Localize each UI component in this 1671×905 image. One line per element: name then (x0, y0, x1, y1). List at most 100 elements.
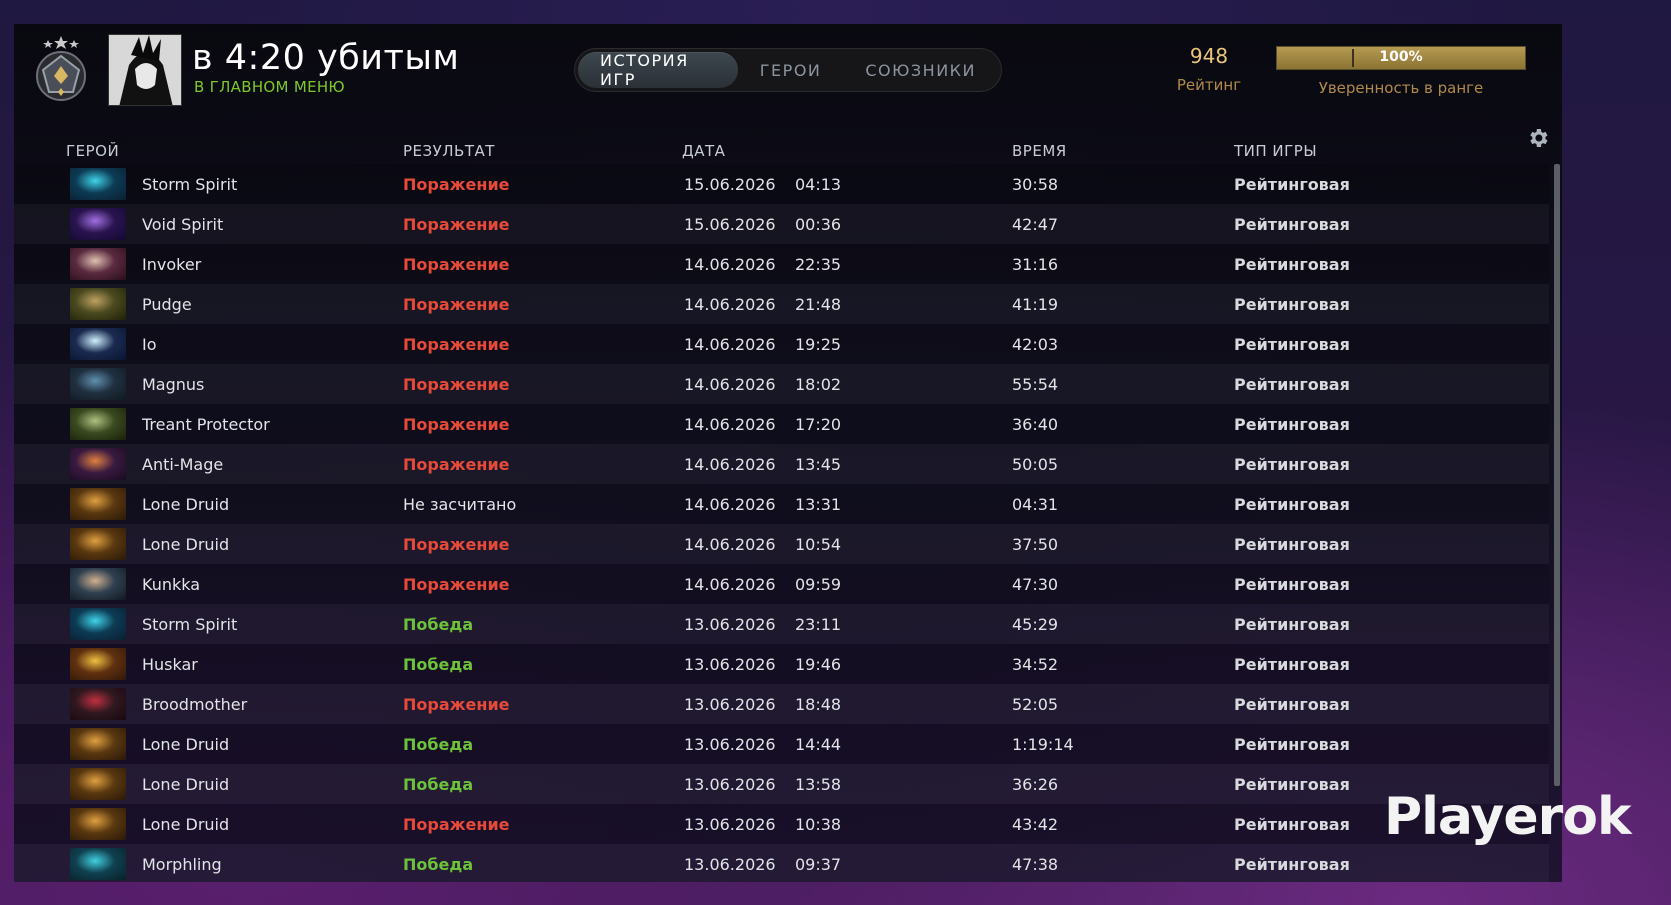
column-header-duration[interactable]: ВРЕМЯ (1012, 142, 1067, 164)
hero-portrait-icon (70, 168, 126, 200)
tab-heroes[interactable]: ГЕРОИ (738, 52, 844, 88)
game-type: Рейтинговая (1234, 855, 1350, 874)
table-row[interactable]: Lone Druid Поражение 14.06.2026 10:54 37:50 Р… (14, 524, 1549, 564)
table-row[interactable]: Lone Druid Победа 13.06.2026 14:44 1:19:14 Ре… (14, 724, 1549, 764)
hero-name: Huskar (142, 655, 198, 674)
table-row[interactable]: Kunkka Поражение 14.06.2026 09:59 47:30 Рейти… (14, 564, 1549, 604)
hero-name: Storm Spirit (142, 175, 238, 194)
match-result: Поражение (403, 575, 510, 594)
table-row[interactable]: Io Поражение 14.06.2026 19:25 42:03 Рейтингов… (14, 324, 1549, 364)
match-date: 14.06.2026 (684, 575, 776, 594)
match-date: 14.06.2026 (684, 495, 776, 514)
confidence-value: 100% (1379, 49, 1423, 65)
table-row[interactable]: Lone Druid Победа 13.06.2026 13:58 36:26 Рейт… (14, 764, 1549, 804)
hero-name: Broodmother (142, 695, 248, 714)
match-time: 19:25 (795, 335, 842, 354)
hero-name: Invoker (142, 255, 202, 274)
avatar[interactable] (108, 34, 182, 106)
column-header-hero[interactable]: ГЕРОЙ (66, 142, 119, 164)
column-header-game-type[interactable]: ТИП ИГРЫ (1234, 142, 1317, 164)
match-date: 14.06.2026 (684, 415, 776, 434)
game-type: Рейтинговая (1234, 495, 1350, 514)
hero-name: Lone Druid (142, 815, 230, 834)
tab-allies[interactable]: СОЮЗНИКИ (843, 52, 998, 88)
tab-match-history[interactable]: ИСТОРИЯ ИГР (578, 51, 738, 89)
hero-name: Lone Druid (142, 735, 230, 754)
match-result: Поражение (403, 175, 510, 194)
match-date: 14.06.2026 (684, 535, 776, 554)
game-type: Рейтинговая (1234, 295, 1350, 314)
table-row[interactable]: Lone Druid Не засчитано 14.06.2026 13:31 04:… (14, 484, 1549, 524)
hero-name: Treant Protector (142, 415, 270, 434)
game-type: Рейтинговая (1234, 415, 1350, 434)
game-type: Рейтинговая (1234, 735, 1350, 754)
match-time: 18:48 (795, 695, 842, 714)
table-row[interactable]: Treant Protector Поражение 14.06.2026 17:20… (14, 404, 1549, 444)
avatar-image (109, 35, 181, 105)
hero-portrait-icon (70, 488, 126, 520)
match-duration: 43:42 (1012, 815, 1059, 834)
hero-portrait-icon (70, 288, 126, 320)
match-time: 19:46 (795, 655, 842, 674)
match-result: Поражение (403, 215, 510, 234)
table-row[interactable]: Storm Spirit Победа 13.06.2026 23:11 45:29 Ре… (14, 604, 1549, 644)
column-header-date[interactable]: ДАТА (682, 142, 725, 164)
game-type: Рейтинговая (1234, 815, 1350, 834)
match-list: Storm Spirit Поражение 15.06.2026 04:13 30:5… (14, 164, 1549, 882)
match-time: 10:38 (795, 815, 842, 834)
hero-portrait-icon (70, 648, 126, 680)
match-date: 13.06.2026 (684, 655, 776, 674)
table-row[interactable]: Huskar Победа 13.06.2026 19:46 34:52 Рейтинго… (14, 644, 1549, 684)
match-date: 13.06.2026 (684, 695, 776, 714)
rank-medal-icon (36, 36, 86, 101)
match-result: Поражение (403, 335, 510, 354)
table-row[interactable]: Lone Druid Поражение 13.06.2026 10:38 43:42 Р… (14, 804, 1549, 844)
table-row[interactable]: Void Spirit Поражение 15.06.2026 00:36 42:47… (14, 204, 1549, 244)
match-date: 13.06.2026 (684, 775, 776, 794)
hero-portrait-icon (70, 848, 126, 880)
match-time: 18:02 (795, 375, 842, 394)
match-result: Не засчитано (403, 495, 517, 514)
match-result: Победа (403, 775, 474, 794)
match-duration: 47:30 (1012, 575, 1059, 594)
scrollbar[interactable] (1554, 164, 1560, 786)
match-duration: 37:50 (1012, 535, 1059, 554)
table-row[interactable]: Morphling Победа 13.06.2026 09:37 47:38 Рейти… (14, 844, 1549, 882)
match-duration: 36:26 (1012, 775, 1059, 794)
match-duration: 41:19 (1012, 295, 1059, 314)
table-row[interactable]: Storm Spirit Поражение 15.06.2026 04:13 30:5… (14, 164, 1549, 204)
match-result: Победа (403, 615, 474, 634)
hero-portrait-icon (70, 568, 126, 600)
game-type: Рейтинговая (1234, 255, 1350, 274)
rating-value: 948 (1189, 44, 1229, 68)
hero-portrait-icon (70, 768, 126, 800)
match-duration: 04:31 (1012, 495, 1059, 514)
hero-portrait-icon (70, 688, 126, 720)
player-name: в 4:20 убитым (192, 38, 460, 78)
match-date: 15.06.2026 (684, 175, 776, 194)
player-status: В ГЛАВНОМ МЕНЮ (194, 78, 345, 96)
table-row[interactable]: Anti-Mage Поражение 14.06.2026 13:45 50:05 Ре… (14, 444, 1549, 484)
game-type: Рейтинговая (1234, 535, 1350, 554)
match-result: Победа (403, 735, 474, 754)
confidence-label: Уверенность в ранге (1318, 79, 1484, 97)
game-type: Рейтинговая (1234, 215, 1350, 234)
game-type: Рейтинговая (1234, 575, 1350, 594)
hero-name: Magnus (142, 375, 205, 394)
table-row[interactable]: Magnus Поражение 14.06.2026 18:02 55:54 Рейти… (14, 364, 1549, 404)
gear-icon[interactable] (1526, 126, 1550, 150)
column-header-result[interactable]: РЕЗУЛЬТАТ (403, 142, 495, 164)
table-row[interactable]: Invoker Поражение 14.06.2026 22:35 31:16 Рейт… (14, 244, 1549, 284)
table-row[interactable]: Broodmother Поражение 13.06.2026 18:48 52:05… (14, 684, 1549, 724)
match-result: Поражение (403, 535, 510, 554)
table-row[interactable]: Pudge Поражение 14.06.2026 21:48 41:19 Рейтин… (14, 284, 1549, 324)
match-time: 13:31 (795, 495, 842, 514)
match-duration: 55:54 (1012, 375, 1059, 394)
match-time: 04:13 (795, 175, 842, 194)
game-type: Рейтинговая (1234, 695, 1350, 714)
match-duration: 36:40 (1012, 415, 1059, 434)
hero-portrait-icon (70, 248, 126, 280)
match-duration: 45:29 (1012, 615, 1059, 634)
profile-header: в 4:20 убитым В ГЛАВНОМ МЕНЮ ИСТОРИЯ ИГР… (14, 24, 1562, 124)
hero-portrait-icon (70, 808, 126, 840)
